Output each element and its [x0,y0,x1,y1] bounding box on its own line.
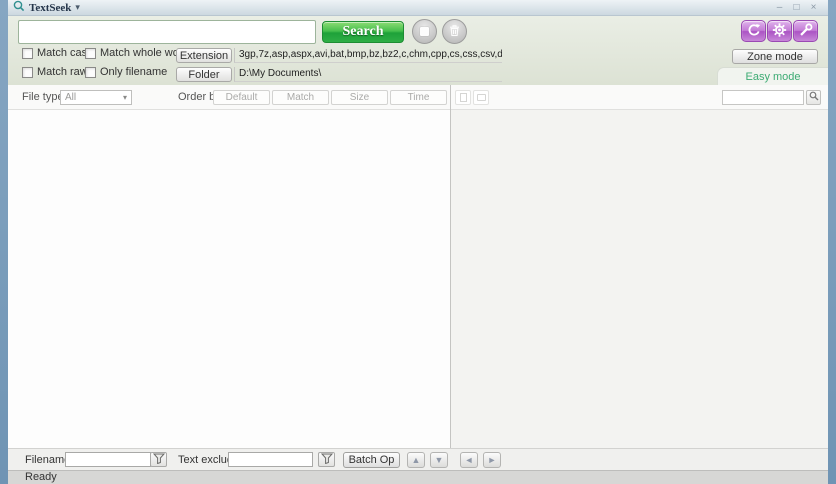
folder-button[interactable]: Folder [176,67,232,82]
stop-button[interactable] [412,19,437,44]
checkbox-box[interactable] [22,67,33,78]
arrow-down-icon: ▼ [435,455,444,465]
trash-icon [448,24,461,40]
checkbox-label: Match raw [37,66,88,78]
document-icon [460,93,467,102]
batch-op-button[interactable]: Batch Op [343,452,400,468]
minimize-button[interactable]: – [771,1,788,15]
next-file-button[interactable]: ► [483,452,501,468]
checkbox-match-whole-word[interactable]: Match whole word [85,47,189,59]
settings-button[interactable] [767,20,792,42]
stop-icon [420,27,429,36]
filter-funnel-icon [321,453,333,467]
checkbox-match-raw[interactable]: Match raw [22,66,88,78]
checkbox-box[interactable] [85,48,96,59]
app-logo-magnifier-icon [13,0,25,15]
search-button[interactable]: Search [322,21,404,43]
arrow-right-icon: ► [488,455,497,465]
search-query-input[interactable] [18,20,316,44]
pane-splitter[interactable] [450,85,451,470]
file-types-value: All [65,92,123,103]
status-text: Ready [25,471,57,483]
extension-list-field[interactable]: 3gp,7z,asp,aspx,avi,bat,bmp,bz,bz2,c,chm… [234,48,502,63]
results-toolbar: File types : All ▾ Order by : Default Ma… [8,85,828,110]
clear-button[interactable] [442,19,467,44]
filter-funnel-icon [153,453,165,467]
file-types-select[interactable]: All ▾ [60,90,132,105]
order-match-button[interactable]: Match [272,90,329,105]
chevron-down-icon: ▾ [75,2,80,13]
previous-match-button[interactable]: ▲ [407,452,425,468]
checkbox-match-case[interactable]: Match case [22,47,93,59]
checkbox-only-filename[interactable]: Only filename [85,66,167,78]
update-button[interactable] [741,20,766,42]
app-menu-button[interactable]: TextSeek ▾ [8,0,80,15]
preview-doc-view-button[interactable] [455,90,471,105]
arrow-up-icon: ▲ [412,455,421,465]
easy-mode-label: Easy mode [745,71,800,83]
text-exclude-input[interactable] [228,452,313,467]
chevron-down-icon: ▾ [123,93,127,102]
status-bar: Ready [8,470,828,484]
preview-find-button[interactable] [806,90,821,105]
search-icon [809,91,819,104]
zone-mode-button[interactable]: Zone mode [732,49,818,64]
results-list-pane[interactable] [8,110,450,448]
preview-find-input[interactable] [722,90,804,105]
gear-icon [771,22,788,41]
sync-arrows-icon [745,22,762,41]
folder-path-field[interactable]: D:\My Documents\ [234,67,502,82]
checkbox-box[interactable] [22,48,33,59]
order-size-button[interactable]: Size [331,90,388,105]
next-match-button[interactable]: ▼ [430,452,448,468]
window-controls: – □ × [771,1,828,15]
filename-filter-input[interactable] [65,452,151,467]
checkbox-box[interactable] [85,67,96,78]
preview-pane[interactable] [451,110,828,448]
checkbox-label: Only filename [100,66,167,78]
previous-file-button[interactable]: ◄ [460,452,478,468]
text-exclude-filter-button[interactable] [318,452,335,467]
tools-button[interactable] [793,20,818,42]
bottom-filter-bar: Filename : Text exclude : Batch Op ▲ ▼ ◄… [8,448,828,470]
search-panel: Search Match case Match whole word Match… [8,16,828,85]
titlebar: TextSeek ▾ – □ × [8,0,828,16]
wrench-icon [797,22,814,41]
extension-button[interactable]: Extension [176,48,232,63]
order-default-button[interactable]: Default [213,90,270,105]
filename-filter-button[interactable] [150,452,167,467]
arrow-left-icon: ◄ [465,455,474,465]
pane-icon [477,94,486,101]
app-title: TextSeek [29,2,71,14]
preview-pane-view-button[interactable] [473,90,489,105]
order-time-button[interactable]: Time [390,90,447,105]
maximize-button[interactable]: □ [788,1,805,15]
close-button[interactable]: × [805,1,822,15]
easy-mode-tab[interactable]: Easy mode [717,67,828,85]
